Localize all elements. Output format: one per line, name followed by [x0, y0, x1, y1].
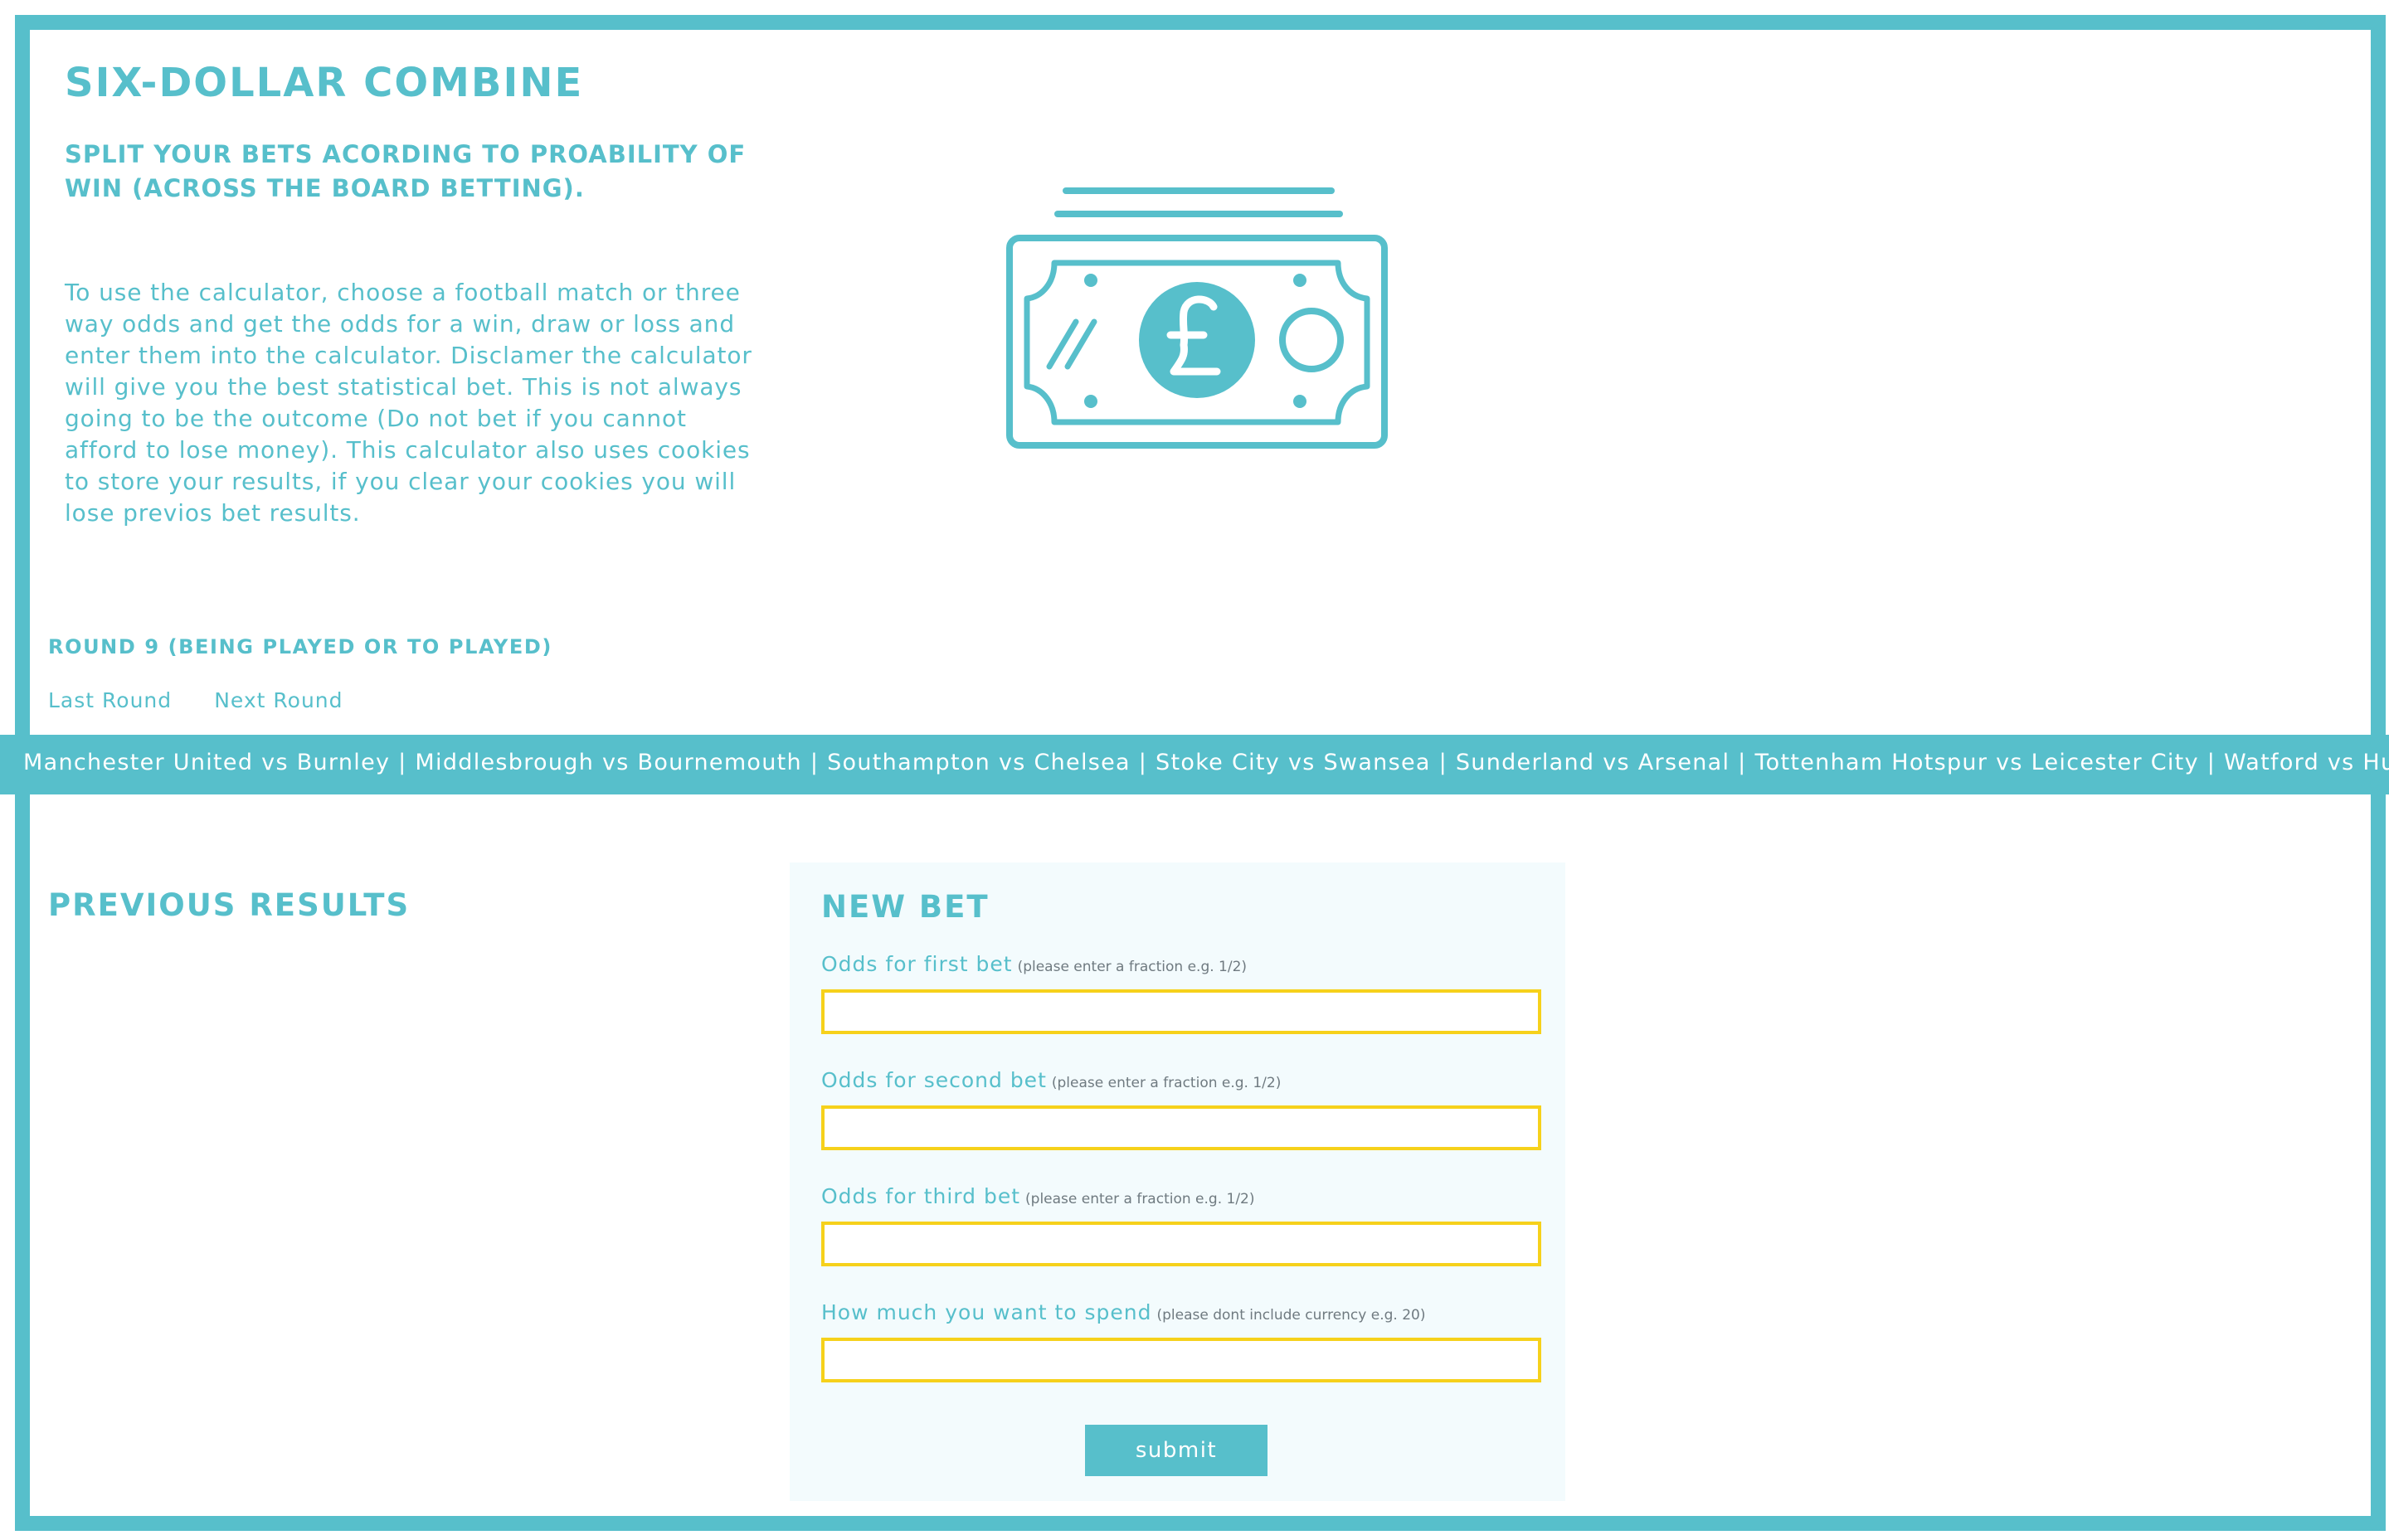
fixtures-ticker-text: Manchester United vs Burnley | Middlesbr…	[23, 750, 2389, 775]
first-bet-field: Odds for first bet (please enter a fracti…	[821, 952, 1541, 1034]
first-bet-hint: (please enter a fraction e.g. 1/2)	[1017, 959, 1248, 975]
page-title: SIX-DOLLAR COMBINE	[65, 60, 584, 106]
page-bottom-margin	[0, 1531, 2389, 1540]
spend-label: How much you want to spend	[821, 1300, 1152, 1324]
second-bet-label: Odds for second bet	[821, 1068, 1047, 1092]
next-round-link[interactable]: Next Round	[214, 688, 343, 712]
second-bet-odds-input[interactable]	[821, 1105, 1541, 1150]
spend-field: How much you want to spend (please dont i…	[821, 1300, 1541, 1382]
third-bet-label: Odds for third bet	[821, 1184, 1021, 1208]
intro-text: To use the calculator, choose a football…	[65, 279, 752, 527]
first-bet-odds-input[interactable]	[821, 989, 1541, 1034]
third-bet-field: Odds for third bet (please enter a fracti…	[821, 1184, 1541, 1266]
previous-results-title: PREVIOUS RESULTS	[48, 887, 411, 923]
first-bet-label: Odds for first bet	[821, 952, 1013, 976]
second-bet-hint: (please enter a fraction e.g. 1/2)	[1051, 1075, 1282, 1091]
third-bet-odds-input[interactable]	[821, 1222, 1541, 1266]
round-heading: ROUND 9 (BEING PLAYED OR TO PLAYED)	[48, 635, 552, 658]
second-bet-field: Odds for second bet (please enter a fract…	[821, 1068, 1541, 1150]
spend-amount-input[interactable]	[821, 1338, 1541, 1382]
spend-hint: (please dont include currency e.g. 20)	[1156, 1307, 1426, 1324]
round-nav: Last Round Next Round	[48, 688, 382, 712]
page-subtitle: SPLIT YOUR BETS ACORDING TO PROABILITY O…	[65, 140, 747, 202]
banknote-pound-icon	[1000, 174, 1398, 459]
last-round-link[interactable]: Last Round	[48, 688, 172, 712]
new-bet-title: NEW BET	[821, 889, 990, 925]
submit-button[interactable]: submit	[1085, 1425, 1267, 1476]
new-bet-form: NEW BET Odds for first bet (please enter …	[790, 862, 1565, 1501]
third-bet-hint: (please enter a fraction e.g. 1/2)	[1025, 1191, 1255, 1207]
fixtures-ticker: Manchester United vs Burnley | Middlesbr…	[0, 735, 2389, 794]
